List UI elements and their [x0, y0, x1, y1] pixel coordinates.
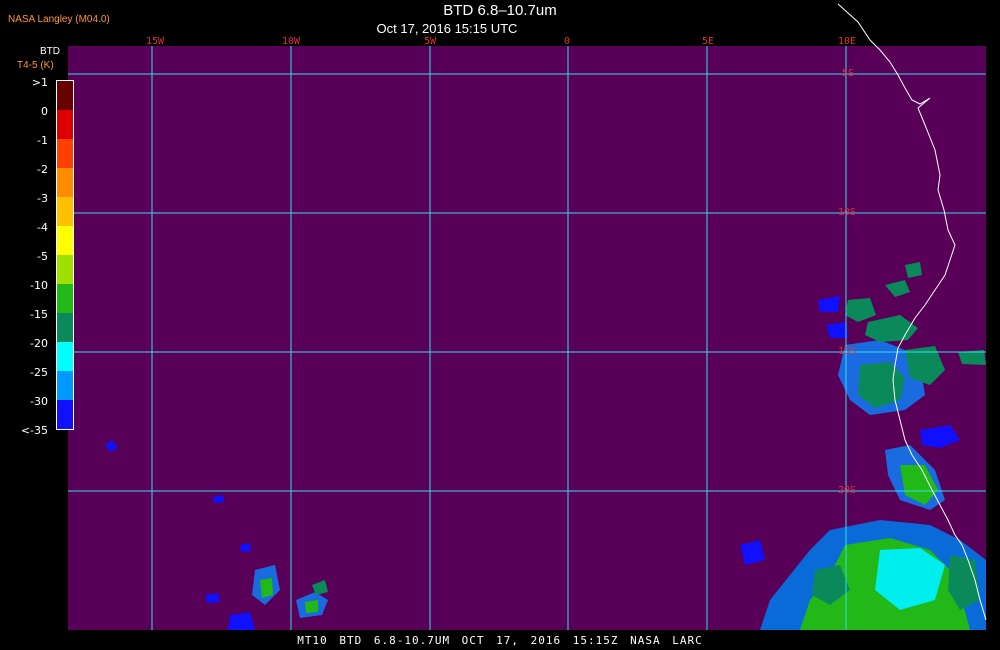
legend-title: BTD [40, 46, 60, 57]
legend-swatch [57, 255, 73, 284]
lat-label-10s: 10S [838, 207, 856, 218]
footer-caption: MT10 BTD 6.8-10.7UM OCT 17, 2016 15:15Z … [297, 634, 703, 647]
lat-label-5s: 5S [842, 68, 854, 79]
legend-tick-label: -30 [30, 395, 48, 408]
satellite-map: 15W 10W 5W 0 5E 10E 5S 10S 15S 20S [68, 3, 987, 630]
lat-label-20s: 20S [838, 485, 856, 496]
lon-label-15w: 15W [146, 36, 165, 47]
legend-tick-label: -15 [30, 308, 48, 321]
legend-tick-label: -2 [37, 163, 48, 176]
legend-tick-label: -10 [30, 279, 48, 292]
legend-tick-label: -1 [37, 134, 48, 147]
legend-swatch [57, 429, 73, 430]
legend-tick-label: -4 [37, 221, 48, 234]
legend-swatch [57, 342, 73, 371]
legend-tick-label: <-35 [20, 424, 48, 437]
legend-swatch [57, 81, 73, 110]
legend-swatch [57, 168, 73, 197]
legend-tick-label: -25 [30, 366, 48, 379]
legend-swatch [57, 110, 73, 139]
lon-label-5e: 5E [702, 36, 714, 47]
lat-label-15s: 15S [838, 346, 856, 357]
legend-tick-label: -5 [37, 250, 48, 263]
lon-label-0: 0 [564, 36, 570, 47]
lon-label-5w: 5W [424, 36, 437, 47]
lon-label-10e: 10E [838, 36, 856, 47]
lon-label-10w: 10W [282, 36, 301, 47]
legend-swatch [57, 371, 73, 400]
legend-tick-label: -3 [37, 192, 48, 205]
legend-tick-label: -20 [30, 337, 48, 350]
legend-unit: T4-5 (K) [17, 60, 54, 71]
legend-swatch [57, 313, 73, 342]
legend-swatch [57, 226, 73, 255]
legend-swatch [57, 139, 73, 168]
legend-tick-label: >1 [31, 76, 48, 89]
legend-swatch [57, 197, 73, 226]
legend-tick-label: 0 [41, 105, 48, 118]
legend-swatch [57, 400, 73, 429]
color-scale-bar [56, 80, 74, 430]
legend-swatch [57, 284, 73, 313]
